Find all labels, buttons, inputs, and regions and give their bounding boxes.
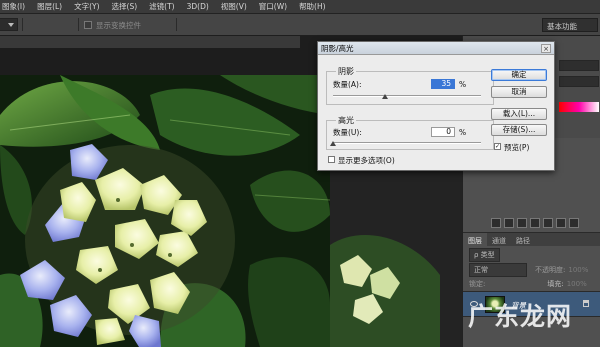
adjustment-icon[interactable]	[569, 218, 579, 228]
hydrangea-photo	[0, 75, 330, 347]
menu-view[interactable]: 视图(V)	[215, 1, 253, 12]
panel-field[interactable]	[559, 60, 599, 71]
save-button[interactable]: 存储(S)...	[491, 124, 547, 136]
menu-window[interactable]: 窗口(W)	[253, 1, 293, 12]
menu-3d[interactable]: 3D(D)	[181, 2, 215, 11]
lock-icon	[583, 300, 589, 307]
dialog-title: 阴影/高光	[318, 42, 554, 55]
adjustment-icon[interactable]	[504, 218, 514, 228]
menu-select[interactable]: 选择(S)	[106, 1, 144, 12]
show-transform-controls-label: 显示变换控件	[96, 21, 141, 30]
adjustments-icons	[491, 218, 579, 228]
photoshop-window: 图象(I) 图层(L) 文字(Y) 选择(S) 滤镜(T) 3D(D) 视图(V…	[0, 0, 600, 347]
highlights-percent-sign: %	[459, 128, 467, 137]
show-transform-controls-checkbox[interactable]	[84, 21, 92, 29]
menu-bar: 图象(I) 图层(L) 文字(Y) 选择(S) 滤镜(T) 3D(D) 视图(V…	[0, 0, 600, 14]
more-options-label: 显示更多选项(O)	[338, 156, 395, 165]
menu-layer[interactable]: 图层(L)	[31, 1, 68, 12]
menu-help[interactable]: 帮助(H)	[293, 1, 332, 12]
fill-label: 填充:	[547, 279, 564, 288]
opacity-value[interactable]: 100%	[568, 266, 588, 274]
image-canvas[interactable]	[0, 75, 330, 347]
color-ramp[interactable]	[559, 102, 599, 112]
blend-row: 正常 不透明度: 100%	[463, 262, 600, 277]
menu-filter[interactable]: 滤镜(T)	[143, 1, 180, 12]
workspace-switcher[interactable]: 基本功能	[542, 18, 598, 32]
options-separator	[78, 18, 79, 31]
preview-label: 预览(P)	[504, 143, 530, 152]
ok-button[interactable]: 确定	[491, 69, 547, 81]
tab-paths[interactable]: 路径	[511, 233, 535, 247]
layer-filter-row: ρ 类型	[463, 247, 600, 262]
highlights-group: 高光 数量(U): 0 %	[326, 115, 494, 150]
shadows-percent-sign: %	[459, 80, 467, 89]
layers-panel-tabs: 图层 通道 路径	[463, 232, 600, 247]
cancel-button[interactable]: 取消	[491, 86, 547, 98]
tool-preset-dropdown[interactable]	[0, 18, 18, 31]
preview-checkbox[interactable]: ✓	[494, 143, 501, 150]
close-icon[interactable]: ×	[541, 44, 551, 53]
highlights-amount-slider[interactable]	[333, 142, 481, 144]
shadows-group-label: 阴影	[336, 66, 356, 77]
highlights-slider-thumb[interactable]	[330, 141, 336, 146]
shadows-slider-thumb[interactable]	[381, 94, 388, 99]
highlights-group-label: 高光	[336, 115, 356, 126]
document-tab[interactable]	[0, 36, 300, 48]
lock-label: 锁定:	[469, 279, 486, 288]
options-bar: 显示变换控件 基本功能	[0, 14, 600, 36]
shadows-amount-label: 数量(A):	[333, 80, 362, 89]
adjustment-icon[interactable]	[491, 218, 501, 228]
shadows-group: 阴影 数量(A): 35 %	[326, 66, 494, 105]
adjustment-icon[interactable]	[517, 218, 527, 228]
adjustment-icon[interactable]	[543, 218, 553, 228]
load-button[interactable]: 载入(L)...	[491, 108, 547, 120]
options-separator	[22, 18, 23, 31]
opacity-label: 不透明度:	[535, 265, 566, 274]
menu-image[interactable]: 图象(I)	[0, 1, 31, 12]
lock-row: 锁定: 填充: 100%	[463, 277, 600, 290]
tab-channels[interactable]: 通道	[487, 233, 511, 247]
menu-type[interactable]: 文字(Y)	[68, 1, 105, 12]
fill-value[interactable]: 100%	[567, 280, 587, 288]
shadows-highlights-dialog: 阴影/高光 × 阴影 数量(A): 35 % 高光 数量(U): 0 % 显示更…	[317, 41, 555, 171]
adjustment-icon[interactable]	[556, 218, 566, 228]
options-separator	[176, 18, 177, 31]
highlights-amount-label: 数量(U):	[333, 128, 362, 137]
panel-field[interactable]	[559, 76, 599, 87]
highlights-amount-input[interactable]: 0	[431, 127, 455, 137]
shadows-amount-slider[interactable]	[333, 95, 481, 97]
shadows-amount-input[interactable]: 35	[431, 79, 455, 89]
more-options-checkbox[interactable]	[328, 156, 335, 163]
layer-filter-dropdown[interactable]: ρ 类型	[469, 247, 500, 262]
blend-mode-dropdown[interactable]: 正常	[469, 262, 527, 277]
tab-layers[interactable]: 图层	[463, 233, 487, 247]
site-watermark: 广东龙网	[468, 302, 573, 331]
adjustment-icon[interactable]	[530, 218, 540, 228]
